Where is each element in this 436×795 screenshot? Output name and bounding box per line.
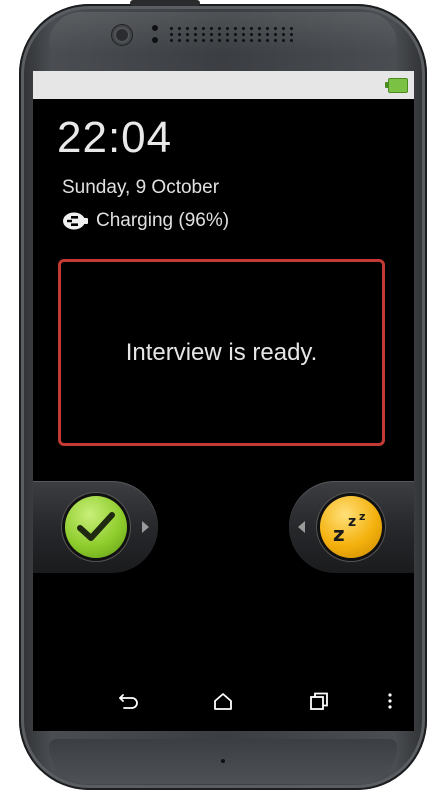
arrow-right-icon [142, 521, 149, 533]
speaker-grille-dot [170, 39, 173, 42]
speaker-grille-dot [234, 27, 237, 30]
speaker-grille-dot [178, 39, 181, 42]
speaker-grille-dot [290, 39, 293, 42]
snooze-slider-handle[interactable]: z z z [289, 481, 414, 573]
speaker-grille-dot [178, 33, 181, 36]
speaker-grille-dot [202, 33, 205, 36]
speaker-grille-dot [210, 27, 213, 30]
home-button[interactable] [203, 685, 243, 717]
speaker-grille-dot [258, 27, 261, 30]
speaker-grille-dot [170, 33, 173, 36]
speaker-grille-dot [218, 27, 221, 30]
speaker-grille-dot [170, 27, 173, 30]
speaker-grille-dot [226, 33, 229, 36]
speaker-grille-dot [210, 33, 213, 36]
snooze-button[interactable]: z z z [320, 496, 382, 558]
speaker-grille-dot [282, 27, 285, 30]
recents-button[interactable] [299, 685, 339, 717]
back-button[interactable] [109, 685, 149, 717]
speaker-grille-dot [242, 39, 245, 42]
power-button [130, 0, 200, 6]
speaker-grille-dot [234, 39, 237, 42]
accept-button[interactable] [65, 496, 127, 558]
speaker-grille-dot [274, 27, 277, 30]
speaker-grille-dot [282, 33, 285, 36]
notification-card[interactable]: Interview is ready. [58, 259, 385, 446]
speaker-grille-dot [218, 33, 221, 36]
overflow-menu-button[interactable] [370, 685, 410, 717]
clock-time: 22:04 [57, 113, 173, 162]
speaker-grille-dot [274, 39, 277, 42]
sensor-dot [152, 37, 158, 43]
speaker-grille-dot [266, 39, 269, 42]
speaker-grille-dot [186, 33, 189, 36]
speaker-grille-dot [202, 39, 205, 42]
speaker-grille-dot [226, 27, 229, 30]
battery-icon [385, 78, 408, 93]
speaker-grille-dot [290, 27, 293, 30]
speaker-grille-dot [234, 33, 237, 36]
speaker-grille-dot [186, 39, 189, 42]
speaker-grille-dot [242, 33, 245, 36]
speaker-grille-dot [194, 39, 197, 42]
charging-label: Charging (96%) [96, 210, 230, 231]
speaker-grille-dot [194, 33, 197, 36]
arrow-left-icon [298, 521, 305, 533]
status-bar [33, 71, 414, 99]
plug-icon [63, 212, 88, 230]
speaker-grille-dot [178, 27, 181, 30]
speaker-grille-dot [250, 39, 253, 42]
speaker-grille-dot [226, 39, 229, 42]
speaker-grille-dot [250, 33, 253, 36]
checkmark-icon [77, 512, 115, 541]
speaker-grille-dot [274, 33, 277, 36]
speaker-grille-dot [194, 27, 197, 30]
accept-slider-handle[interactable] [33, 481, 158, 573]
speaker-grille-dot [266, 33, 269, 36]
speaker-grille-dot [258, 39, 261, 42]
notification-message: Interview is ready. [125, 338, 318, 366]
back-icon [119, 694, 138, 709]
recents-icon [310, 692, 328, 710]
speaker-grille-dot [202, 27, 205, 30]
speaker-grille-dot [258, 33, 261, 36]
navigation-bar [33, 671, 414, 731]
sensor-dot [152, 25, 158, 31]
front-camera [112, 25, 132, 45]
microphone-dot [221, 759, 225, 763]
speaker-grille-dot [210, 39, 213, 42]
snooze-zzz-icon: z z z [331, 510, 371, 546]
speaker-grille-dot [290, 33, 293, 36]
speaker-grille-dot [250, 27, 253, 30]
speaker-grille-dot [186, 27, 189, 30]
snooze-z-large: z [333, 522, 345, 546]
speaker-grille-dot [242, 27, 245, 30]
clock-date: Sunday, 9 October [62, 177, 220, 198]
speaker-grille-dot [218, 39, 221, 42]
overflow-menu-icon [388, 693, 392, 709]
home-icon [214, 693, 232, 710]
snooze-z-small: z [359, 510, 366, 523]
charging-status: Charging (96%) [62, 210, 229, 232]
speaker-grille-dot [282, 39, 285, 42]
screen: 22:04 Sunday, 9 October Charging (96%) I… [33, 71, 414, 731]
earpiece-speaker [152, 23, 302, 45]
snooze-z-medium: z [348, 514, 357, 530]
speaker-grille-dot [266, 27, 269, 30]
